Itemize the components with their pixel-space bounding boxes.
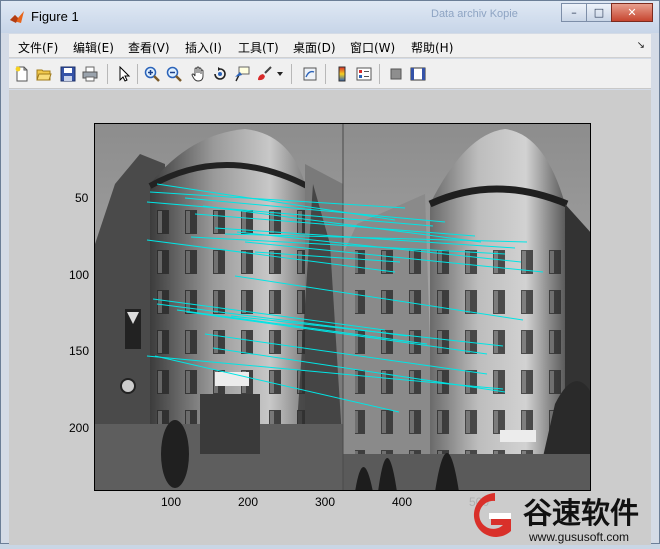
toolbar-separator [137,64,138,84]
menu-tools[interactable]: 工具(T) [238,39,279,56]
background-window-hint: Data archiv Kopie [431,8,518,20]
open-folder-icon[interactable] [35,65,53,83]
window-title: Figure 1 [31,9,79,24]
dropdown-arrow-icon[interactable] [275,65,285,83]
colorbar-icon[interactable] [333,65,351,83]
menu-dock-arrow-icon[interactable]: ↘ [637,40,645,51]
minimize-button[interactable]: – [561,3,587,22]
zoom-out-icon[interactable] [165,65,183,83]
y-tick-100: 100 [69,268,90,282]
toolbar-separator [107,64,108,84]
save-icon[interactable] [59,65,77,83]
x-tick-100: 100 [161,495,182,509]
figure-window: Figure 1 Data archiv Kopie – □ ✕ 文件(F) 编… [0,0,660,545]
menu-desktop[interactable]: 桌面(D) [293,39,336,56]
watermark-url: www.gususoft.com [528,530,629,544]
y-tick-200: 200 [69,421,90,435]
close-button[interactable]: ✕ [611,3,653,22]
toolbar-separator [291,64,292,84]
maximize-button[interactable]: □ [586,3,612,22]
y-tick-50: 50 [75,191,89,205]
toolbar-separator [379,64,380,84]
menu-insert[interactable]: 插入(I) [185,39,222,56]
menu-edit[interactable]: 编辑(E) [73,39,114,56]
watermark-brand: 谷速软件 [523,496,639,530]
matched-image-plot [95,124,590,490]
new-figure-icon[interactable] [13,65,31,83]
pointer-icon[interactable] [115,65,133,83]
menu-help[interactable]: 帮助(H) [411,39,453,56]
menu-view[interactable]: 查看(V) [128,39,170,56]
menu-bar: 文件(F) 编辑(E) 查看(V) 插入(I) 工具(T) 桌面(D) 窗口(W… [9,34,651,58]
pan-hand-icon[interactable] [189,65,207,83]
link-plot-icon[interactable] [301,65,319,83]
data-cursor-icon[interactable] [233,65,251,83]
hide-plot-tools-icon[interactable] [387,65,405,83]
brush-icon[interactable] [255,65,273,83]
x-tick-400: 400 [392,495,413,509]
legend-icon[interactable] [355,65,373,83]
print-icon[interactable] [81,65,99,83]
toolbar-separator [325,64,326,84]
y-tick-150: 150 [69,344,90,358]
show-plot-tools-icon[interactable] [409,65,427,83]
title-bar[interactable]: Figure 1 Data archiv Kopie – □ ✕ [1,1,659,33]
menu-window[interactable]: 窗口(W) [350,39,395,56]
rotate-3d-icon[interactable] [211,65,229,83]
x-tick-300: 300 [315,495,336,509]
toolbar [9,59,651,89]
watermark: 谷速软件 www.gususoft.com [463,487,660,545]
x-tick-200: 200 [238,495,259,509]
plot-axes[interactable] [94,123,591,491]
zoom-in-icon[interactable] [143,65,161,83]
menu-file[interactable]: 文件(F) [18,39,58,56]
left-pedestrian [161,420,189,488]
matlab-logo-icon [10,11,24,23]
